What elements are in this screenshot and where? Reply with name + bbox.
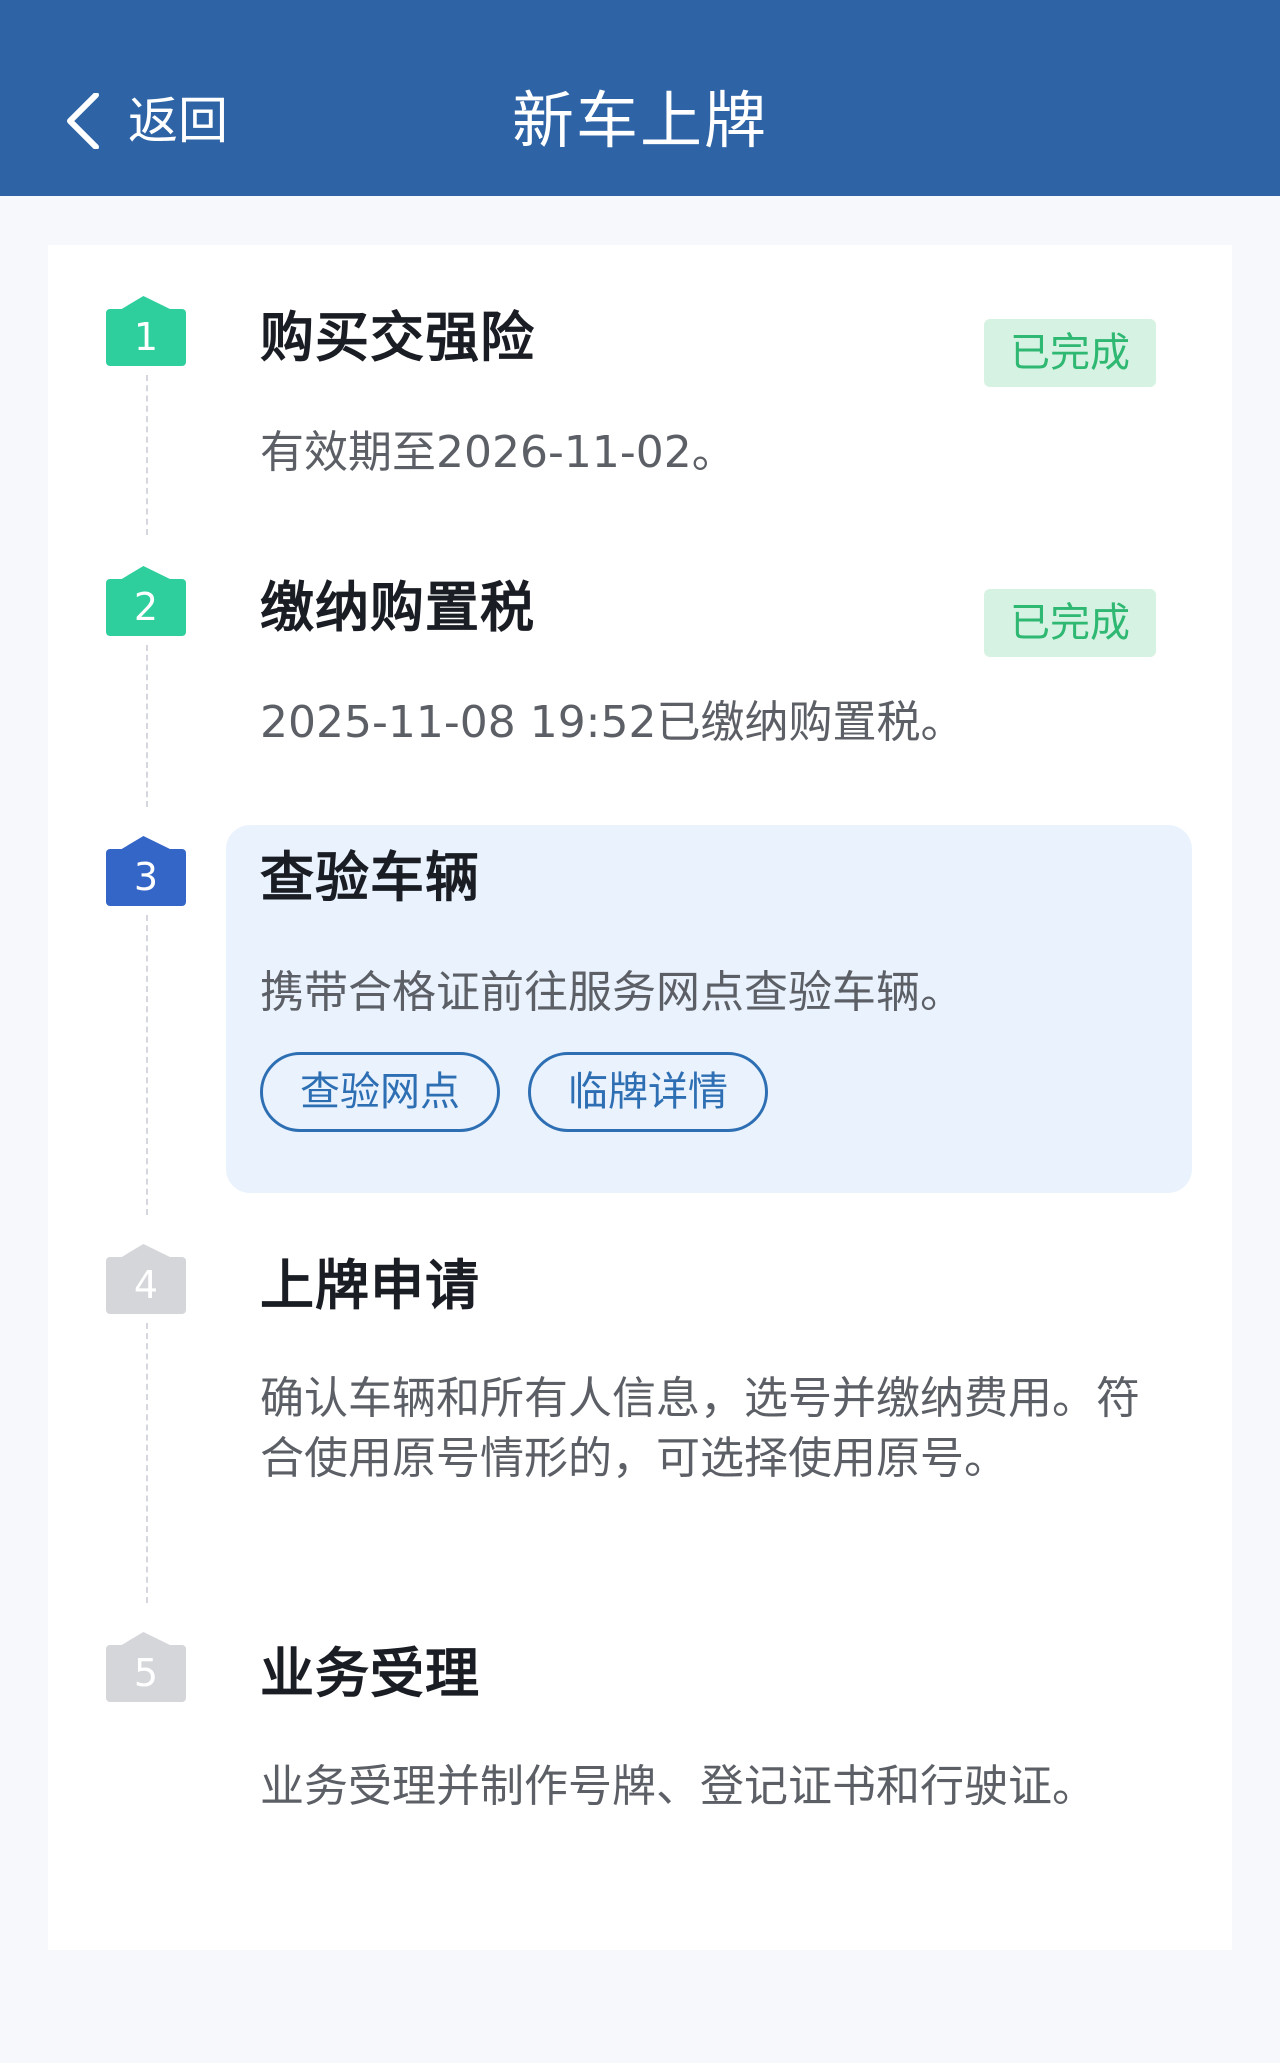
step-description: 业务受理并制作号牌、登记证书和行驶证。 (260, 1761, 1096, 1812)
step-description: 携带合格证前往服务网点查验车辆。 (260, 967, 964, 1018)
step-number-badge: 1 (106, 309, 186, 366)
temp-plate-details-button[interactable]: 临牌详情 (528, 1052, 768, 1132)
step-connector (146, 915, 148, 1215)
step-connector (146, 1323, 148, 1603)
page-title: 新车上牌 (511, 84, 768, 157)
step-number-badge: 3 (106, 849, 186, 906)
step-number-badge: 2 (106, 579, 186, 636)
status-badge: 已完成 (984, 589, 1156, 657)
step-connector (146, 375, 148, 535)
step-description: 有效期至2026-11-02。 (260, 427, 736, 478)
step-title: 缴纳购置税 (260, 576, 535, 639)
steps-card: 1 购买交强险 已完成 有效期至2026-11-02。 2 缴纳购置税 已完成 … (48, 245, 1232, 1950)
step-description: 确认车辆和所有人信息，选号并缴纳费用。符合使用原号情形的，可选择使用原号。 (260, 1373, 1140, 1484)
step-title: 购买交强险 (260, 306, 535, 369)
step-title: 查验车辆 (260, 846, 480, 909)
step-description: 2025-11-08 19:52已缴纳购置税。 (260, 697, 965, 748)
step-connector (146, 645, 148, 807)
status-badge: 已完成 (984, 319, 1156, 387)
step-number-badge: 5 (106, 1645, 186, 1702)
step-title: 上牌申请 (260, 1254, 480, 1317)
top-nav-bar: 返回 新车上牌 (0, 0, 1280, 196)
inspection-sites-button[interactable]: 查验网点 (260, 1052, 500, 1132)
step-number-badge: 4 (106, 1257, 186, 1314)
step-title: 业务受理 (260, 1642, 480, 1705)
